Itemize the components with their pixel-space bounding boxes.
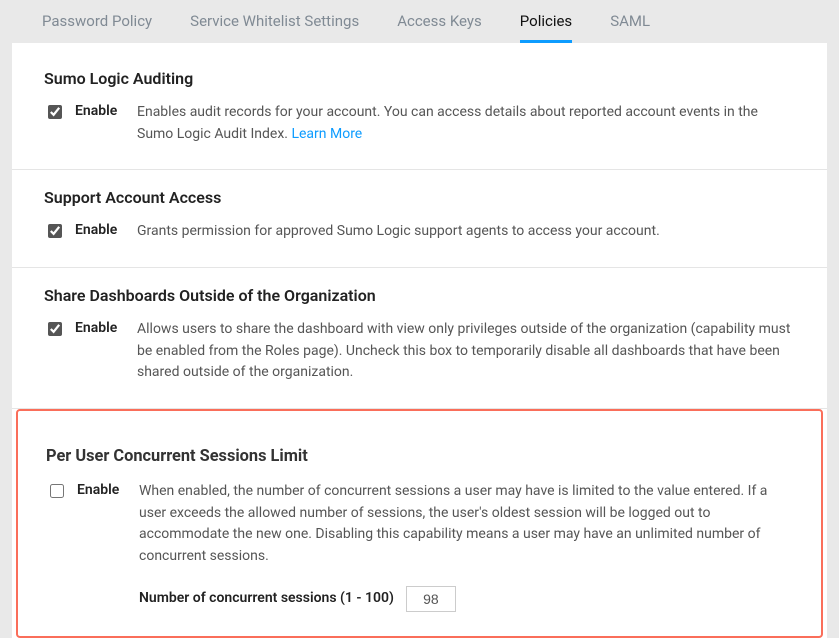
tab-policies[interactable]: Policies xyxy=(520,12,572,43)
section-sessions-highlight: Per User Concurrent Sessions Limit Enabl… xyxy=(16,409,823,638)
tab-service-whitelist[interactable]: Service Whitelist Settings xyxy=(190,12,359,43)
sessions-checkbox[interactable] xyxy=(50,484,64,498)
share-enable-label: Enable xyxy=(75,319,119,336)
tab-saml[interactable]: SAML xyxy=(610,12,650,43)
share-desc: Allows users to share the dashboard with… xyxy=(137,319,795,384)
auditing-learn-more-link[interactable]: Learn More xyxy=(291,126,362,142)
support-enable-label: Enable xyxy=(75,221,119,238)
section-share: Share Dashboards Outside of the Organiza… xyxy=(12,268,827,409)
section-support: Support Account Access Enable Grants per… xyxy=(12,170,827,268)
sessions-title: Per User Concurrent Sessions Limit xyxy=(46,446,793,465)
support-checkbox[interactable] xyxy=(48,224,62,238)
page-wrapper: Password Policy Service Whitelist Settin… xyxy=(0,0,839,589)
sessions-enable-label: Enable xyxy=(77,481,121,498)
sessions-value-input[interactable] xyxy=(406,586,456,612)
sessions-desc-wrap: When enabled, the number of concurrent s… xyxy=(139,481,793,612)
tab-bar: Password Policy Service Whitelist Settin… xyxy=(12,0,827,43)
auditing-desc-text: Enables audit records for your account. … xyxy=(137,104,758,142)
support-desc: Grants permission for approved Sumo Logi… xyxy=(137,221,795,243)
sessions-desc: When enabled, the number of concurrent s… xyxy=(139,483,767,564)
auditing-title: Sumo Logic Auditing xyxy=(44,69,795,88)
tab-access-keys[interactable]: Access Keys xyxy=(397,12,482,43)
tab-password-policy[interactable]: Password Policy xyxy=(42,12,152,43)
support-title: Support Account Access xyxy=(44,188,795,207)
share-checkbox[interactable] xyxy=(48,322,62,336)
auditing-desc: Enables audit records for your account. … xyxy=(137,102,795,145)
auditing-checkbox[interactable] xyxy=(48,105,62,119)
section-auditing: Sumo Logic Auditing Enable Enables audit… xyxy=(12,51,827,170)
auditing-enable-label: Enable xyxy=(75,102,119,119)
policies-panel: Sumo Logic Auditing Enable Enables audit… xyxy=(12,43,827,638)
share-title: Share Dashboards Outside of the Organiza… xyxy=(44,286,795,305)
sessions-field-label: Number of concurrent sessions (1 - 100) xyxy=(139,588,394,610)
